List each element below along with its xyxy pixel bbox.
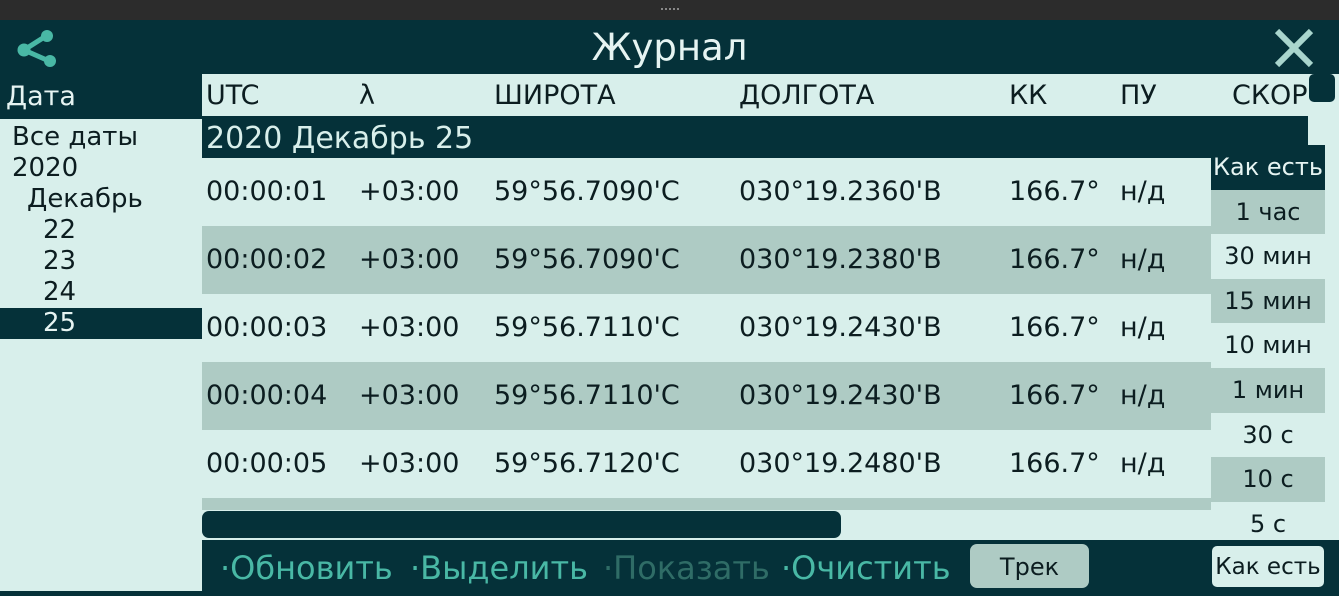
cell-course: 166.7° bbox=[1009, 244, 1100, 275]
horizontal-scrollbar[interactable] bbox=[202, 511, 841, 538]
cell-latitude: 59°56.7110'С bbox=[494, 312, 680, 343]
table-row[interactable]: 00:00:02 +03:00 59°56.7090'С 030°19.2380… bbox=[202, 226, 1308, 294]
close-icon[interactable] bbox=[1272, 27, 1316, 69]
window-title: Журнал bbox=[591, 26, 748, 69]
track-button[interactable]: Трек bbox=[970, 544, 1089, 588]
cell-longitude: 030°19.2380'В bbox=[739, 244, 942, 275]
cell-course: 166.7° bbox=[1009, 176, 1100, 207]
tree-item-all-dates[interactable]: Все даты bbox=[0, 122, 202, 153]
cell-longitude: 030°19.2480'В bbox=[739, 448, 942, 479]
cell-timezone: +03:00 bbox=[359, 244, 460, 275]
show-button[interactable]: ·Показать bbox=[603, 540, 770, 596]
log-table: UTC λ ШИРОТА ДОЛГОТА КК ПУ СКОР 2020 Дек… bbox=[202, 74, 1308, 540]
cell-heading: н/д bbox=[1120, 244, 1166, 275]
cell-latitude: 59°56.7110'С bbox=[494, 380, 680, 411]
tree-item-day[interactable]: 24 bbox=[0, 277, 202, 308]
refresh-button[interactable]: ·Обновить bbox=[220, 540, 393, 596]
cell-latitude: 59°56.7090'С bbox=[494, 176, 680, 207]
vertical-scrollbar-thumb[interactable] bbox=[1309, 74, 1335, 102]
cell-longitude: 030°19.2430'В bbox=[739, 380, 942, 411]
clear-button[interactable]: ·Очистить bbox=[781, 540, 951, 596]
tree-item-month[interactable]: Декабрь bbox=[0, 184, 202, 215]
cell-timezone: +03:00 bbox=[359, 312, 460, 343]
interval-option[interactable]: 10 мин bbox=[1211, 323, 1325, 368]
column-header-longitude[interactable]: ДОЛГОТА bbox=[739, 74, 874, 118]
select-button[interactable]: ·Выделить bbox=[410, 540, 588, 596]
column-header-speed[interactable]: СКОР bbox=[1232, 74, 1308, 118]
table-header: UTC λ ШИРОТА ДОЛГОТА КК ПУ СКОР bbox=[202, 74, 1308, 116]
tree-item-day[interactable]: 23 bbox=[0, 246, 202, 277]
cell-longitude: 030°19.2430'В bbox=[739, 312, 942, 343]
cell-heading: н/д bbox=[1120, 448, 1166, 479]
interval-option[interactable]: 30 мин bbox=[1211, 234, 1325, 279]
cell-course: 166.7° bbox=[1009, 448, 1100, 479]
cell-utc: 00:00:02 bbox=[206, 244, 328, 275]
cell-timezone: +03:00 bbox=[359, 448, 460, 479]
cell-timezone: +03:00 bbox=[359, 380, 460, 411]
cell-latitude: 59°56.7120'С bbox=[494, 448, 680, 479]
cell-heading: н/д bbox=[1120, 312, 1166, 343]
interval-combobox[interactable]: Как есть bbox=[1211, 545, 1325, 588]
table-row[interactable]: 00:00:05 +03:00 59°56.7120'С 030°19.2480… bbox=[202, 430, 1308, 498]
window-top-strip bbox=[0, 0, 1339, 20]
cell-course: 166.7° bbox=[1009, 380, 1100, 411]
column-header-latitude[interactable]: ШИРОТА bbox=[494, 74, 616, 118]
drag-grip[interactable] bbox=[661, 8, 679, 10]
date-group-row[interactable]: 2020 Декабрь 25 bbox=[202, 116, 1308, 158]
interval-option[interactable]: 1 мин bbox=[1211, 367, 1325, 413]
cell-heading: н/д bbox=[1120, 380, 1166, 411]
cell-timezone: +03:00 bbox=[359, 176, 460, 207]
cell-utc: 00:00:05 bbox=[206, 448, 328, 479]
interval-option[interactable]: 10 с bbox=[1211, 457, 1325, 502]
tree-item-day-selected[interactable]: 25 bbox=[0, 308, 202, 339]
date-tree: Все даты 2020 Декабрь 22 23 24 25 bbox=[0, 122, 202, 339]
cell-heading: н/д bbox=[1120, 176, 1166, 207]
date-header[interactable]: Дата bbox=[0, 74, 202, 119]
tree-item-year[interactable]: 2020 bbox=[0, 153, 202, 184]
column-header-course[interactable]: КК bbox=[1009, 74, 1047, 118]
interval-option[interactable]: 1 час bbox=[1211, 189, 1325, 235]
cell-latitude: 59°56.7090'С bbox=[494, 244, 680, 275]
column-header-utc[interactable]: UTC bbox=[206, 74, 260, 118]
interval-option-selected[interactable]: Как есть bbox=[1211, 145, 1325, 190]
footer-toolbar: ·Обновить ·Выделить ·Показать ·Очистить bbox=[202, 540, 1339, 591]
table-row[interactable]: 00:00:04 +03:00 59°56.7110'С 030°19.2430… bbox=[202, 362, 1308, 430]
interval-option[interactable]: 30 с bbox=[1211, 412, 1325, 458]
column-header-timezone[interactable]: λ bbox=[359, 74, 375, 118]
cell-course: 166.7° bbox=[1009, 312, 1100, 343]
cell-utc: 00:00:04 bbox=[206, 380, 328, 411]
table-row[interactable]: 00:00:03 +03:00 59°56.7110'С 030°19.2430… bbox=[202, 294, 1308, 362]
cell-utc: 00:00:01 bbox=[206, 176, 328, 207]
table-row-partial bbox=[202, 498, 1308, 510]
cell-longitude: 030°19.2360'В bbox=[739, 176, 942, 207]
interval-dropdown-list: Как есть 1 час 30 мин 15 мин 10 мин 1 ми… bbox=[1211, 145, 1325, 547]
cell-utc: 00:00:03 bbox=[206, 312, 328, 343]
date-sidebar: Дата Все даты 2020 Декабрь 22 23 24 25 bbox=[0, 74, 202, 591]
tree-item-day[interactable]: 22 bbox=[0, 215, 202, 246]
interval-option[interactable]: 15 мин bbox=[1211, 278, 1325, 324]
table-row[interactable]: 00:00:01 +03:00 59°56.7090'С 030°19.2360… bbox=[202, 158, 1308, 226]
column-header-heading[interactable]: ПУ bbox=[1120, 74, 1157, 118]
